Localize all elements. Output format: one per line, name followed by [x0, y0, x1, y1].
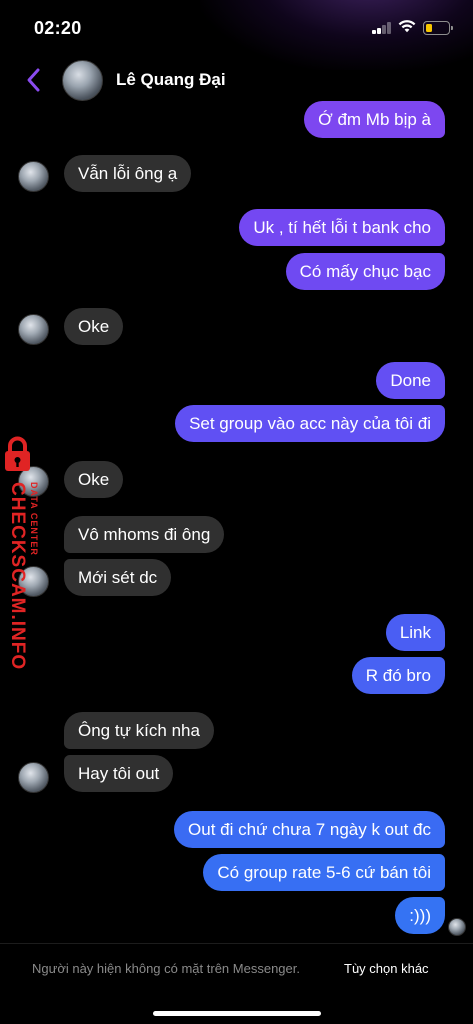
message-bubble-outgoing[interactable]: Done: [376, 362, 445, 399]
cellular-signal-icon: [372, 22, 392, 34]
wifi-icon: [398, 20, 416, 33]
contact-avatar-small: [18, 466, 49, 497]
message-bubble-incoming[interactable]: Ông tự kích nha: [64, 712, 214, 749]
chevron-left-icon[interactable]: [24, 66, 44, 94]
contact-avatar-small: [18, 314, 49, 345]
message-bubble-incoming[interactable]: Vô mhoms đi ông: [64, 516, 225, 553]
message-bubble-incoming[interactable]: Vẫn lỗi ông ạ: [64, 155, 192, 192]
contact-avatar-small: [18, 566, 49, 597]
contact-avatar-small: [18, 161, 49, 192]
status-time: 02:20: [34, 18, 82, 38]
message-bubble-outgoing[interactable]: Out đi chứ chưa 7 ngày k out đc: [174, 811, 445, 848]
message-bubble-outgoing[interactable]: Uk , tí hết lỗi t bank cho: [239, 209, 445, 246]
message-bubble-outgoing[interactable]: R đó bro: [351, 657, 445, 694]
status-bar: 02:20: [0, 0, 473, 56]
message-bubble-incoming[interactable]: Hay tôi out: [64, 755, 174, 792]
message-bubble-outgoing[interactable]: Ớ đm Mb bịp à: [304, 101, 445, 138]
contact-avatar-small: [18, 762, 49, 793]
contact-name[interactable]: Lê Quang Đại: [116, 70, 226, 90]
message-bubble-outgoing[interactable]: Set group vào acc này của tôi đi: [175, 405, 445, 442]
chat-footer: Người này hiện không có mặt trên Messeng…: [0, 943, 473, 1024]
message-bubble-outgoing[interactable]: Có mấy chục bạc: [285, 253, 445, 290]
message-bubble-incoming[interactable]: Oke: [64, 461, 124, 498]
home-indicator[interactable]: [153, 1011, 321, 1016]
chat-header: Lê Quang Đại: [0, 56, 473, 104]
message-bubble-incoming[interactable]: Oke: [64, 308, 124, 345]
message-bubble-outgoing[interactable]: Link: [385, 614, 445, 651]
contact-avatar[interactable]: [62, 60, 103, 101]
battery-icon: [423, 21, 453, 35]
unavailable-notice: Người này hiện không có mặt trên Messeng…: [32, 961, 300, 976]
message-bubble-outgoing[interactable]: Có group rate 5-6 cứ bán tôi: [203, 854, 445, 891]
seen-receipt-avatar: [448, 918, 466, 936]
message-bubble-incoming[interactable]: Mới sét dc: [64, 559, 172, 596]
more-options-link[interactable]: Tùy chọn khác: [344, 961, 429, 976]
message-bubble-outgoing[interactable]: :))): [395, 897, 445, 934]
